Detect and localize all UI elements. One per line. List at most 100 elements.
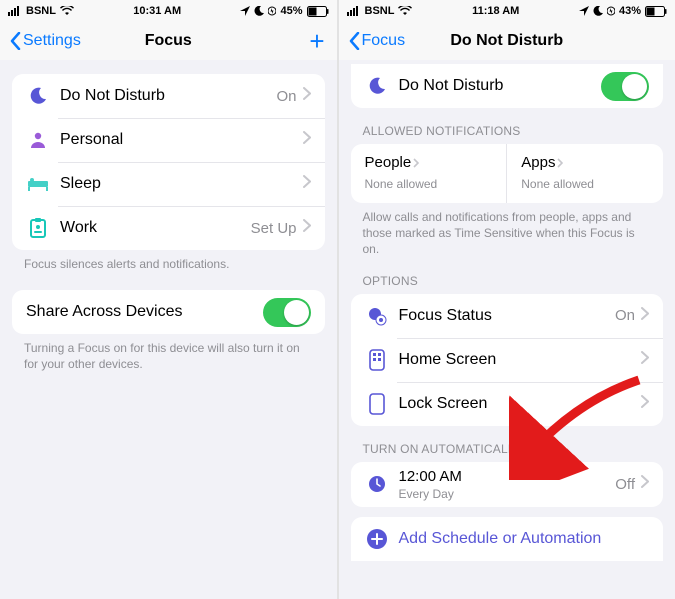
battery-percent-label: 43% — [619, 5, 641, 17]
chevron-left-icon — [349, 32, 360, 50]
section-header: TURN ON AUTOMATICALLY — [339, 426, 675, 460]
row-detail: On — [276, 88, 296, 105]
option-focus-status[interactable]: Focus Status On — [351, 294, 664, 338]
add-schedule-group: Add Schedule or Automation — [351, 517, 664, 561]
phone-focus-list: BSNL 10:31 AM 45% Settings Focus + — [0, 0, 337, 599]
moon-icon — [254, 6, 264, 16]
phone-dnd-detail: BSNL 11:18 AM 43% Focus Do Not Disturb — [337, 0, 675, 599]
footer-text: Allow calls and notifications from peopl… — [339, 203, 675, 258]
share-across-row[interactable]: Share Across Devices — [12, 290, 325, 334]
people-sublabel: None allowed — [365, 177, 493, 191]
schedule-state: Off — [615, 476, 635, 493]
share-group: Share Across Devices — [12, 290, 325, 334]
status-bar: BSNL 10:31 AM 45% — [0, 0, 337, 22]
chevron-right-icon — [303, 219, 311, 237]
allowed-people[interactable]: People None allowed — [351, 144, 507, 203]
nav-bar: Settings Focus + — [0, 22, 337, 60]
row-label: Home Screen — [399, 351, 642, 369]
options-group: Focus Status On Home Screen Lock Screen — [351, 294, 664, 426]
moon-icon — [365, 76, 389, 96]
location-icon — [240, 6, 250, 16]
back-label: Settings — [23, 32, 81, 50]
option-home-screen[interactable]: Home Screen — [351, 338, 664, 382]
clock-label: 11:18 AM — [472, 5, 519, 17]
carrier-label: BSNL — [365, 5, 395, 17]
chevron-right-icon — [557, 158, 563, 168]
dnd-toggle[interactable] — [601, 72, 649, 101]
status-bar: BSNL 11:18 AM 43% — [339, 0, 675, 22]
dnd-toggle-group: Do Not Disturb — [351, 64, 664, 108]
clock-label: 10:31 AM — [133, 5, 181, 17]
row-label: Share Across Devices — [26, 303, 263, 321]
battery-icon — [307, 6, 329, 17]
battery-charging-icon — [607, 6, 615, 16]
chevron-right-icon — [641, 307, 649, 325]
content-scroll[interactable]: Do Not Disturb ALLOWED NOTIFICATIONS Peo… — [339, 60, 675, 599]
focus-row-personal[interactable]: Personal — [12, 118, 325, 162]
focus-list-group: Do Not Disturb On Personal Sleep Work — [12, 74, 325, 250]
schedule-group: 12:00 AM Every Day Off — [351, 462, 664, 507]
chevron-left-icon — [10, 32, 21, 50]
clock-icon — [365, 474, 389, 494]
chevron-right-icon — [641, 351, 649, 369]
chevron-right-icon — [641, 395, 649, 413]
plus-circle-icon — [365, 528, 389, 550]
row-label: Do Not Disturb — [60, 87, 276, 105]
apps-sublabel: None allowed — [521, 177, 649, 191]
carrier-label: BSNL — [26, 5, 56, 17]
share-toggle[interactable] — [263, 298, 311, 327]
focus-row-dnd[interactable]: Do Not Disturb On — [12, 74, 325, 118]
row-label: Personal — [60, 131, 303, 149]
wifi-icon — [60, 6, 74, 16]
row-detail: On — [615, 307, 635, 324]
allowed-apps[interactable]: Apps None allowed — [506, 144, 663, 203]
battery-percent-label: 45% — [280, 5, 302, 17]
wifi-icon — [398, 6, 412, 16]
schedule-time: 12:00 AM — [399, 468, 616, 485]
apps-label: Apps — [521, 154, 555, 171]
focus-row-work[interactable]: Work Set Up — [12, 206, 325, 250]
allowed-group: People None allowed Apps None allowed — [351, 144, 664, 203]
people-label: People — [365, 154, 412, 171]
chevron-right-icon — [303, 131, 311, 149]
back-button[interactable]: Focus — [349, 32, 406, 50]
back-label: Focus — [362, 32, 406, 50]
footer-text: Focus silences alerts and notifications. — [0, 250, 337, 272]
chevron-right-icon — [641, 475, 649, 493]
bed-icon — [26, 176, 50, 192]
badge-icon — [26, 218, 50, 238]
home-screen-icon — [365, 349, 389, 371]
battery-charging-icon — [268, 6, 276, 16]
add-focus-button[interactable]: + — [309, 28, 324, 54]
schedule-repeat: Every Day — [399, 487, 616, 501]
dnd-row[interactable]: Do Not Disturb — [351, 64, 664, 108]
footer-text: Turning a Focus on for this device will … — [0, 334, 337, 372]
moon-icon — [26, 86, 50, 106]
chevron-right-icon — [413, 158, 419, 168]
row-label: Focus Status — [399, 307, 615, 325]
moon-icon — [593, 6, 603, 16]
chevron-right-icon — [303, 87, 311, 105]
focus-row-sleep[interactable]: Sleep — [12, 162, 325, 206]
row-label: Do Not Disturb — [399, 77, 602, 95]
person-icon — [26, 130, 50, 150]
schedule-row[interactable]: 12:00 AM Every Day Off — [351, 462, 664, 507]
row-label: Work — [60, 219, 251, 237]
battery-icon — [645, 6, 667, 17]
back-button[interactable]: Settings — [10, 32, 81, 50]
row-label: Sleep — [60, 175, 303, 193]
chevron-right-icon — [303, 175, 311, 193]
signal-icon — [347, 6, 361, 16]
content-scroll[interactable]: Do Not Disturb On Personal Sleep Work — [0, 60, 337, 599]
location-icon — [579, 6, 589, 16]
section-header: ALLOWED NOTIFICATIONS — [339, 108, 675, 142]
row-label: Add Schedule or Automation — [399, 530, 650, 548]
row-detail: Set Up — [251, 220, 297, 237]
row-label: Lock Screen — [399, 395, 642, 413]
section-header: OPTIONS — [339, 258, 675, 292]
focus-status-icon — [365, 306, 389, 326]
signal-icon — [8, 6, 22, 16]
nav-bar: Focus Do Not Disturb — [339, 22, 675, 60]
option-lock-screen[interactable]: Lock Screen — [351, 382, 664, 426]
add-schedule-row[interactable]: Add Schedule or Automation — [351, 517, 664, 561]
